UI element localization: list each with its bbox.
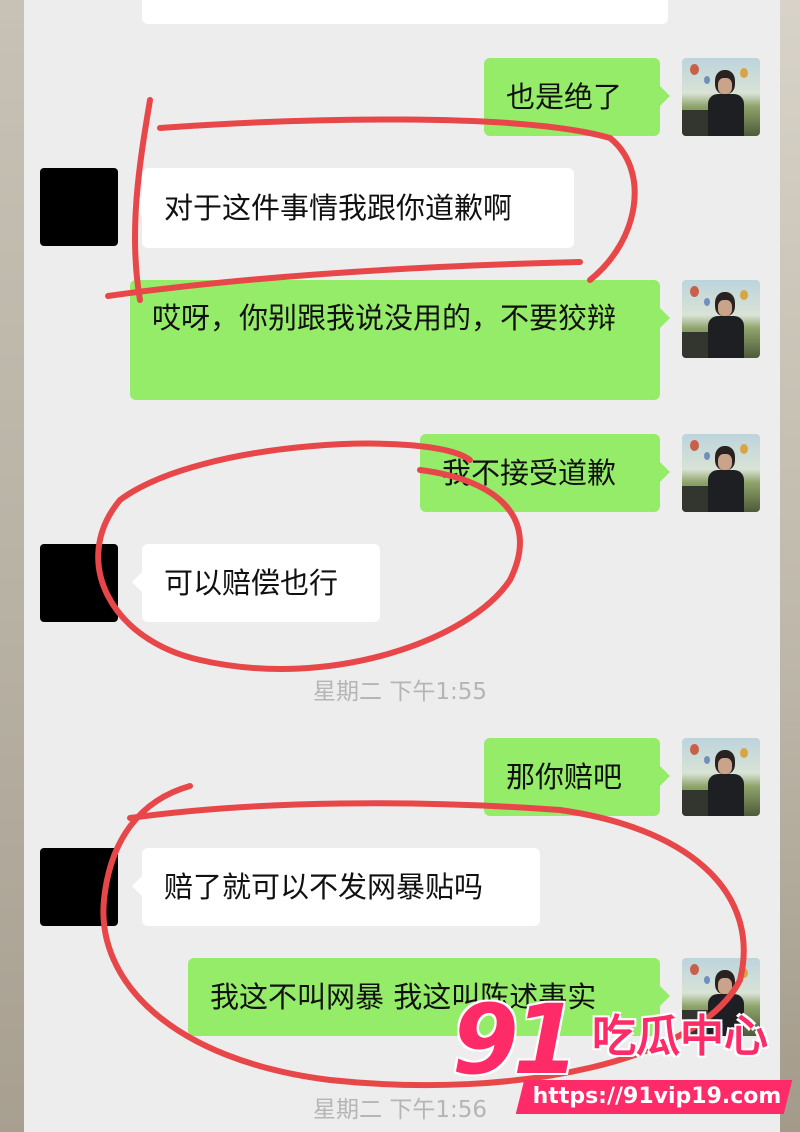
annotation-scribble xyxy=(105,97,638,303)
watermark-url: https://91vip19.com xyxy=(532,1084,782,1109)
annotation-layer xyxy=(95,97,747,1089)
watermark-number: 91 xyxy=(452,984,580,1096)
watermark-name: 吃瓜中心 xyxy=(592,1011,768,1062)
annotation-circle xyxy=(95,440,523,672)
